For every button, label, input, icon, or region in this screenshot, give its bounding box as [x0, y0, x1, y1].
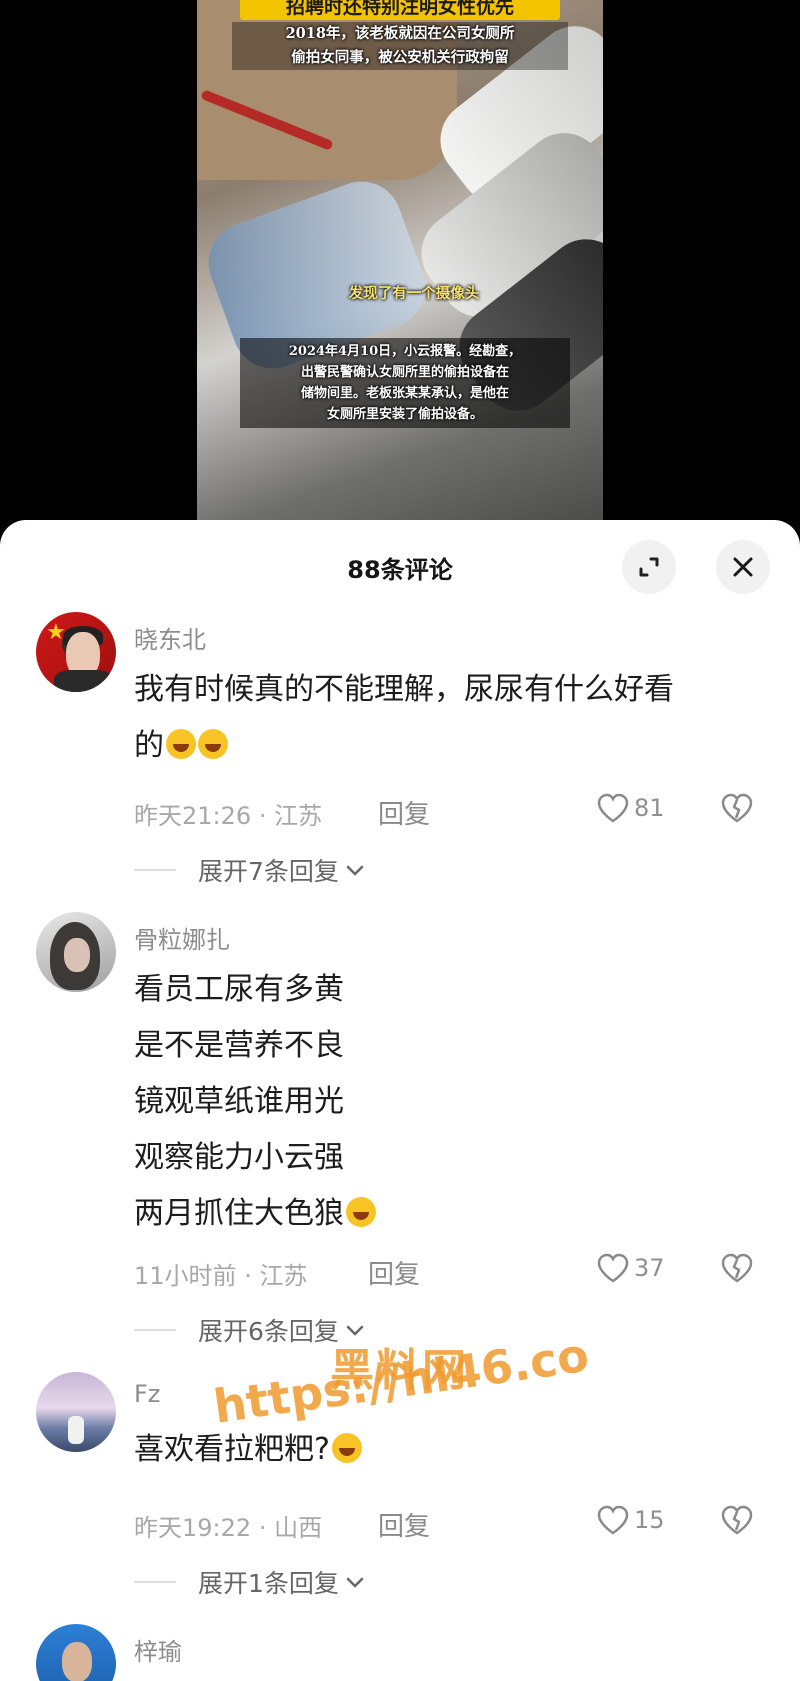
- avatar[interactable]: ★: [36, 612, 116, 692]
- heart-icon: [597, 1253, 629, 1283]
- laughing-tears-emoji-icon: [198, 729, 228, 759]
- avatar-figure: [68, 1416, 84, 1444]
- broken-heart-icon: [721, 793, 753, 823]
- avatar-face: [62, 1642, 92, 1681]
- like-button[interactable]: 37: [596, 1252, 665, 1284]
- reply-button[interactable]: 回复: [378, 794, 430, 831]
- caption-line: 2018年，该老板就因在公司女厕所: [285, 25, 515, 42]
- expand-replies-button[interactable]: 展开7条回复: [134, 852, 365, 888]
- caption-line: 偷拍女同事，被公安机关行政拘留: [291, 49, 509, 66]
- like-count: 37: [634, 1254, 665, 1282]
- expand-divider: [134, 1329, 176, 1331]
- comment-line-text: 的: [134, 728, 164, 763]
- reply-button[interactable]: 回复: [368, 1254, 420, 1291]
- comment-location: 江苏: [274, 802, 323, 830]
- chevron-down-icon: [346, 1577, 364, 1588]
- broken-heart-icon: [721, 1505, 753, 1535]
- avatar-suit: [54, 670, 114, 692]
- comment-username[interactable]: Fz: [134, 1380, 160, 1408]
- comment-line: 我有时候真的不能理解，尿尿有什么好看: [134, 672, 674, 707]
- meta-separator: ·: [244, 1262, 260, 1290]
- video-caption-2024: 2024年4月10日，小云报警。经勘查， 出警民警确认女厕所里的偷拍设备在 储物…: [240, 338, 570, 428]
- comment-meta: 11小时前 · 江苏: [134, 1256, 307, 1291]
- close-icon: [733, 557, 753, 577]
- like-count: 15: [634, 1506, 665, 1534]
- comment-time: 11小时前: [134, 1262, 237, 1290]
- expand-panel-button[interactable]: [622, 540, 676, 594]
- avatar-face: [64, 938, 90, 972]
- comment-line: 看员工尿有多黄: [134, 972, 344, 1007]
- comment-time: 昨天19:22: [134, 1514, 252, 1542]
- expand-replies-button[interactable]: 展开1条回复: [134, 1564, 365, 1600]
- laughing-tears-emoji-icon: [166, 729, 196, 759]
- expand-divider: [134, 869, 176, 871]
- like-count: 81: [634, 794, 665, 822]
- comments-count-title: 88条评论: [347, 556, 453, 584]
- comment-meta: 昨天19:22 · 山西: [134, 1508, 322, 1543]
- broken-heart-icon: [721, 1253, 753, 1283]
- chevron-down-icon: [346, 865, 364, 876]
- comment-line: 观察能力小云强: [134, 1140, 344, 1175]
- comment-username[interactable]: 梓瑜: [134, 1632, 182, 1667]
- expand-divider: [134, 1581, 176, 1583]
- comment-username[interactable]: 晓东北: [134, 620, 206, 655]
- comment-line: 的: [134, 718, 764, 774]
- like-button[interactable]: 15: [596, 1504, 665, 1536]
- caption-line: 出警民警确认女厕所里的偷拍设备在: [300, 365, 509, 380]
- video-top-caption: 招聘时还特别注明女性优先: [240, 0, 560, 20]
- comments-panel: 88条评论 ★ 晓东北 我有时候真的不能理解，尿尿有什么好看 的 昨天21:26…: [0, 520, 800, 1681]
- like-button[interactable]: 81: [596, 792, 665, 824]
- expand-replies-label: 展开6条回复: [198, 1317, 339, 1346]
- expand-replies-label: 展开7条回复: [198, 857, 339, 886]
- comment-line-text: 两月抓住大色狼: [134, 1196, 344, 1231]
- avatar[interactable]: [36, 912, 116, 992]
- avatar[interactable]: [36, 1624, 116, 1681]
- reply-button[interactable]: 回复: [378, 1506, 430, 1543]
- comment-meta: 昨天21:26 · 江苏: [134, 796, 322, 831]
- heart-icon: [597, 793, 629, 823]
- dislike-button[interactable]: [720, 792, 754, 828]
- expand-icon: [639, 557, 659, 577]
- comment-text: 看员工尿有多黄 是不是营养不良 镜观草纸谁用光 观察能力小云强 两月抓住大色狼: [134, 962, 764, 1242]
- caption-line: 2024年4月10日，小云报警。经勘查，: [288, 344, 522, 359]
- dislike-button[interactable]: [720, 1252, 754, 1288]
- meta-separator: ·: [258, 802, 275, 830]
- avatar[interactable]: [36, 1372, 116, 1452]
- comment-line: 两月抓住大色狼: [134, 1186, 764, 1242]
- comment-line-text: 喜欢看拉粑粑?: [134, 1432, 330, 1467]
- expand-replies-label: 展开1条回复: [198, 1569, 339, 1598]
- grinning-sweat-emoji-icon: [331, 1433, 362, 1463]
- dislike-button[interactable]: [720, 1504, 754, 1540]
- meta-separator: ·: [258, 1514, 275, 1542]
- caption-line: 女厕所里安装了偷拍设备。: [326, 407, 483, 422]
- video-caption-2018: 2018年，该老板就因在公司女厕所 偷拍女同事，被公安机关行政拘留: [232, 22, 568, 70]
- comment-line: 镜观草纸谁用光: [134, 1084, 344, 1119]
- facepalm-emoji-icon: [346, 1197, 376, 1227]
- video-mid-caption: 发现了有一个摄像头: [348, 285, 480, 302]
- comment-time: 昨天21:26: [134, 802, 252, 830]
- comment-line: 是不是营养不良: [134, 1028, 344, 1063]
- video-frame[interactable]: [197, 0, 603, 520]
- comment-text: 我有时候真的不能理解，尿尿有什么好看 的: [134, 662, 764, 774]
- heart-icon: [597, 1505, 629, 1535]
- comment-username[interactable]: 骨粒娜扎: [134, 920, 230, 955]
- close-panel-button[interactable]: [716, 540, 770, 594]
- comment-location: 江苏: [259, 1262, 308, 1290]
- caption-line: 储物间里。老板张某某承认，是他在: [300, 386, 509, 401]
- video-player[interactable]: 招聘时还特别注明女性优先 2018年，该老板就因在公司女厕所 偷拍女同事，被公安…: [0, 0, 800, 540]
- comment-location: 山西: [274, 1514, 323, 1542]
